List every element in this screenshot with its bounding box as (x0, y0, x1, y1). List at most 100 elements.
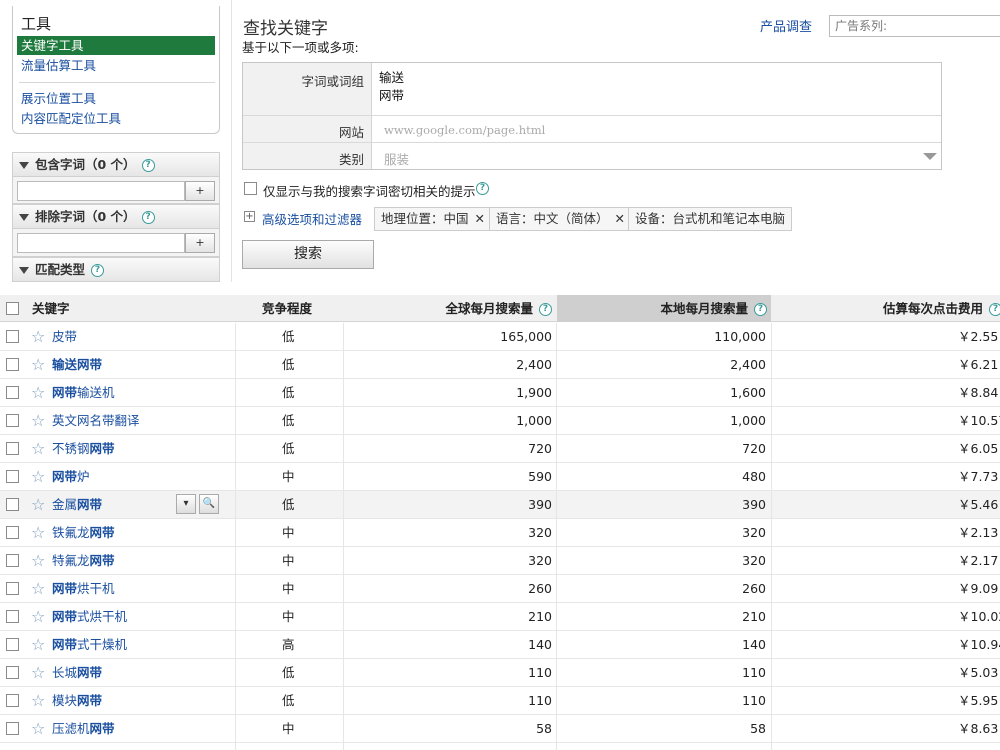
dropdown-arrow-icon[interactable]: ▾ (176, 494, 196, 514)
nav-keyword-tool[interactable]: 关键字工具 (17, 36, 215, 55)
row-checkbox[interactable] (6, 414, 19, 427)
star-icon[interactable]: ☆ (31, 407, 45, 434)
remove-x-icon[interactable]: ✕ (615, 211, 625, 226)
magnifier-icon[interactable]: 🔍 (199, 494, 219, 514)
help-icon[interactable]: ? (141, 159, 155, 172)
help-icon[interactable]: ? (539, 303, 552, 316)
product-survey-link[interactable]: 产品调查 (760, 16, 812, 35)
keyword-link[interactable]: 特氟龙网带 (52, 547, 115, 574)
nav-placement-tool[interactable]: 展示位置工具 (17, 89, 215, 108)
table-row[interactable]: ☆ 不锈钢网带 低 720 720 ￥6.05 (0, 435, 1000, 463)
star-icon[interactable]: ☆ (31, 715, 45, 742)
nav-traffic-estimator[interactable]: 流量估算工具 (17, 56, 215, 75)
dropdown-arrow-icon[interactable] (923, 153, 937, 160)
help-icon[interactable]: ? (476, 182, 489, 195)
star-icon[interactable]: ☆ (31, 603, 45, 630)
keyword-link[interactable]: 英文网名带翻译 (52, 407, 140, 434)
table-row[interactable]: ☆ 网带式烘干机 中 210 210 ￥10.02 (0, 603, 1000, 631)
select-all-checkbox[interactable] (6, 302, 19, 315)
table-row[interactable]: ☆ 模块网带 低 110 110 ￥5.95 (0, 687, 1000, 715)
table-row[interactable]: ☆ 网带式干燥机 高 140 140 ￥10.94 (0, 631, 1000, 659)
keyword-link[interactable]: 不锈钢网带 (52, 435, 115, 462)
star-icon[interactable]: ☆ (31, 379, 45, 406)
nav-content-targeting-tool[interactable]: 内容匹配定位工具 (17, 109, 215, 128)
keyword-link[interactable]: 长城网带 (52, 659, 102, 686)
table-row[interactable]: ☆ 英文网名带翻译 低 1,000 1,000 ￥10.57 (0, 407, 1000, 435)
exclude-words-header[interactable]: 排除字词（0 个）? (13, 205, 219, 229)
row-checkbox[interactable] (6, 722, 19, 735)
star-icon[interactable]: ☆ (31, 435, 45, 462)
table-row[interactable]: ☆ (0, 743, 1000, 750)
advanced-options-link[interactable]: 高级选项和过滤器 (262, 209, 362, 228)
keyword-link[interactable]: 铁氟龙网带 (52, 519, 115, 546)
table-row[interactable]: ☆ 压滤机网带 中 58 58 ￥8.63 (0, 715, 1000, 743)
row-checkbox[interactable] (6, 358, 19, 371)
row-checkbox[interactable] (6, 330, 19, 343)
include-add-button[interactable]: + (185, 181, 215, 201)
col-competition[interactable]: 竞争程度 (262, 295, 312, 322)
star-icon[interactable]: ☆ (31, 743, 45, 750)
help-icon[interactable]: ? (754, 303, 767, 316)
star-icon[interactable]: ☆ (31, 323, 45, 350)
row-checkbox[interactable] (6, 694, 19, 707)
language-filter-chip[interactable]: 语言：中文（简体） ✕ (489, 207, 632, 231)
help-icon[interactable]: ? (141, 211, 155, 224)
help-icon[interactable]: ? (989, 303, 1000, 316)
table-row[interactable]: ☆ 特氟龙网带 中 320 320 ￥2.17 (0, 547, 1000, 575)
row-checkbox[interactable] (6, 554, 19, 567)
keyword-link[interactable]: 网带输送机 (52, 379, 115, 406)
row-checkbox[interactable] (6, 666, 19, 679)
star-icon[interactable]: ☆ (31, 631, 45, 658)
include-words-input[interactable] (17, 181, 185, 201)
star-icon[interactable]: ☆ (31, 687, 45, 714)
phrase-textarea[interactable]: 输送 网带 (379, 69, 404, 105)
star-icon[interactable]: ☆ (31, 575, 45, 602)
row-checkbox[interactable] (6, 470, 19, 483)
match-type-header[interactable]: 匹配类型? (13, 258, 219, 282)
row-checkbox[interactable] (6, 610, 19, 623)
table-row[interactable]: ☆ 网带炉 中 590 480 ￥7.73 (0, 463, 1000, 491)
table-row[interactable]: ☆ 输送网带 低 2,400 2,400 ￥6.21 (0, 351, 1000, 379)
star-icon[interactable]: ☆ (31, 491, 45, 518)
star-icon[interactable]: ☆ (31, 351, 45, 378)
col-local-searches[interactable]: 本地每月搜索量? (557, 295, 771, 322)
help-icon[interactable]: ? (91, 264, 105, 277)
exclude-words-input[interactable] (17, 233, 185, 253)
only-related-checkbox[interactable] (244, 182, 257, 195)
table-row[interactable]: ☆ 网带输送机 低 1,900 1,600 ￥8.84 (0, 379, 1000, 407)
keyword-link[interactable]: 网带式干燥机 (52, 631, 127, 658)
col-keyword[interactable]: 关键字 (32, 295, 70, 322)
keyword-link[interactable]: 网带烘干机 (52, 575, 115, 602)
keyword-link[interactable]: 金属网带 (52, 491, 102, 518)
star-icon[interactable]: ☆ (31, 519, 45, 546)
keyword-link[interactable]: 皮带 (52, 323, 77, 350)
row-checkbox[interactable] (6, 442, 19, 455)
device-filter-chip[interactable]: 设备：台式机和笔记本电脑 (628, 207, 793, 231)
row-checkbox[interactable] (6, 526, 19, 539)
expand-plus-icon[interactable]: + (244, 211, 255, 222)
search-button[interactable]: 搜索 (242, 240, 374, 269)
keyword-link[interactable]: 网带炉 (52, 463, 90, 490)
ad-series-select[interactable]: 广告系列: (829, 15, 1000, 37)
table-row[interactable]: ☆ 皮带 低 165,000 110,000 ￥2.55 (0, 323, 1000, 351)
location-filter-chip[interactable]: 地理位置：中国 ✕ (374, 207, 492, 231)
row-checkbox[interactable] (6, 638, 19, 651)
keyword-link[interactable]: 网带式烘干机 (52, 603, 127, 630)
row-checkbox[interactable] (6, 386, 19, 399)
website-input[interactable]: www.google.com/page.html (384, 123, 545, 137)
keyword-link[interactable]: 压滤机网带 (52, 715, 115, 742)
table-row[interactable]: ☆ 网带烘干机 中 260 260 ￥9.09 (0, 575, 1000, 603)
table-row[interactable]: ☆ 铁氟龙网带 中 320 320 ￥2.13 (0, 519, 1000, 547)
row-checkbox[interactable] (6, 498, 19, 511)
keyword-link[interactable]: 模块网带 (52, 687, 102, 714)
col-global-searches[interactable]: 全球每月搜索量? (344, 295, 556, 322)
keyword-link[interactable]: 输送网带 (52, 351, 102, 378)
star-icon[interactable]: ☆ (31, 659, 45, 686)
remove-x-icon[interactable]: ✕ (475, 211, 485, 226)
category-select[interactable]: 服装 (384, 149, 409, 168)
star-icon[interactable]: ☆ (31, 547, 45, 574)
table-row[interactable]: ☆ 金属网带 ▾ 🔍 低 390 390 ￥5.46 (0, 491, 1000, 519)
exclude-add-button[interactable]: + (185, 233, 215, 253)
col-estimated-cpc[interactable]: 估算每次点击费用? (772, 295, 1000, 322)
table-row[interactable]: ☆ 长城网带 低 110 110 ￥5.03 (0, 659, 1000, 687)
